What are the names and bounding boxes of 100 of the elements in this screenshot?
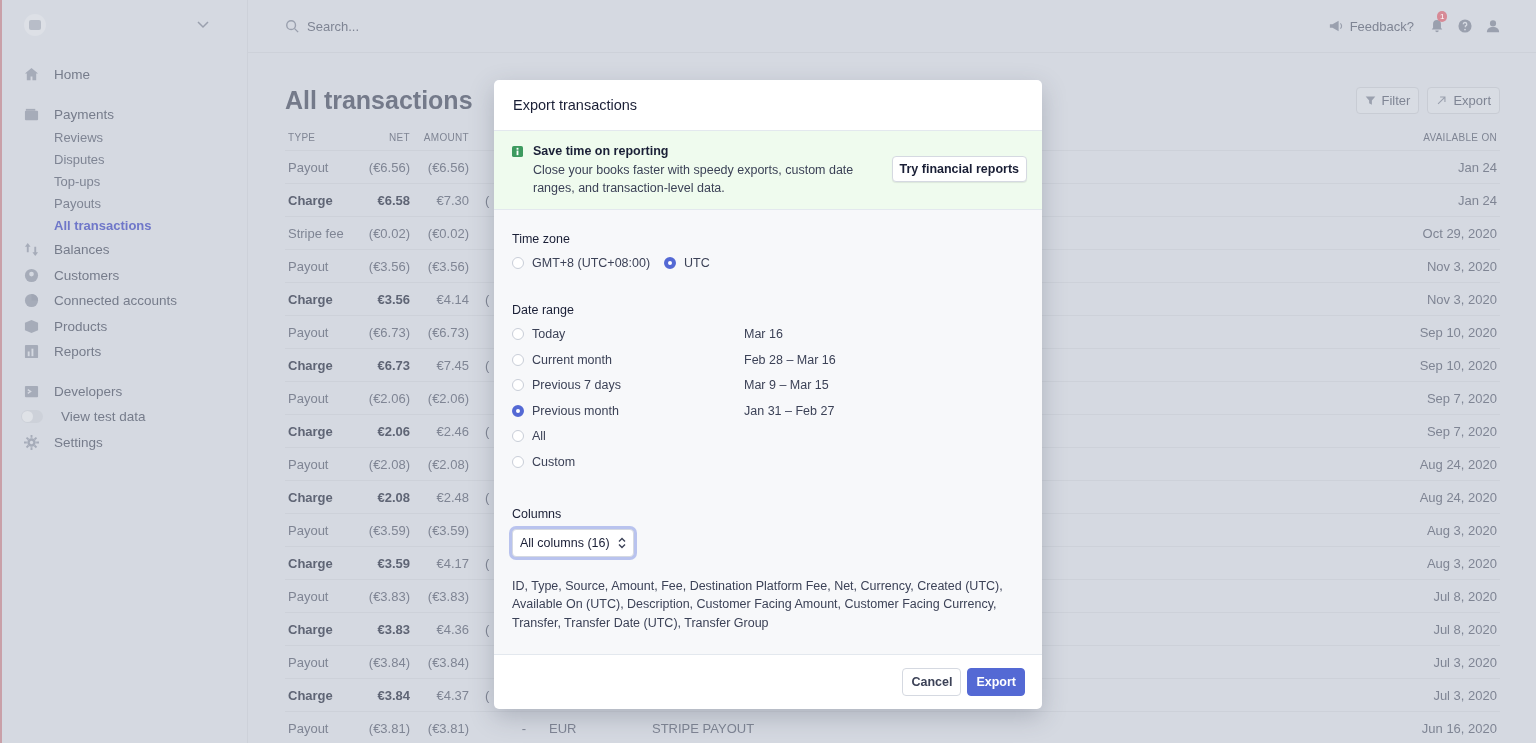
sidebar-item[interactable]: Settings [54,434,103,450]
sidebar-item[interactable]: Developers [54,383,123,399]
chevron-down-icon[interactable] [197,21,209,29]
table-cell-text: €2.06 [376,423,410,439]
table-cell-text: €2.46 [435,423,469,439]
table-cell-text: €7.45 [435,357,469,373]
table-cell-text: (€2.08) [426,456,469,472]
table-cell: Jul 3, 2020 [1433,654,1497,670]
table-cell-text: ( [484,489,491,505]
table-cell-text: Charge [288,489,334,505]
table-cell-text: Payout [288,588,330,604]
arrow-icon [1436,94,1448,106]
export-button[interactable]: Export [967,668,1025,697]
date-range-text: Feb 28 – Mar 16 [744,352,837,367]
banner-title: Save time on reporting [533,144,670,158]
table-cell: Sep 10, 2020 [1419,357,1497,373]
option-label[interactable]: Today [532,327,566,341]
columns-select[interactable]: All columns (16) [512,528,634,557]
table-cell-text: €3.83 [376,621,410,637]
home-icon [24,67,39,83]
sidebar-item[interactable]: View test data [61,409,146,425]
option-label[interactable]: UTC [684,256,710,270]
option-label[interactable]: Previous month [532,403,619,418]
financial-reports-button[interactable]: Try financial reports [891,156,1027,182]
settings-icon [24,434,39,450]
columns-description: ID, Type, Source, Amount, Fee, Destination Platform Fee, Net, Currency, Created (UTC), Available On (UTC), Description, Customer Facing Amount, Customer Facing Currency, Transfer, Transfer Date (UTC), Transfer Group [512,577,1004,632]
account-logo-icon[interactable] [24,14,46,36]
megaphone-icon [1328,19,1343,33]
date-range-text: Mar 16 [744,327,784,341]
sidebar-item[interactable]: Customers [54,267,120,283]
table-cell-text: Payout [288,654,330,670]
sidebar-item[interactable]: Home [54,67,90,83]
table-cell-text: Stripe fee [288,225,345,241]
table-cell: Nov 3, 2020 [1426,291,1497,307]
table-cell: Aug 24, 2020 [1419,456,1497,472]
table-cell-text: €6.73 [376,357,410,373]
table-cell-text: €4.17 [435,555,469,571]
cancel-button[interactable]: Cancel [902,668,962,697]
table-cell-text: (€6.73) [367,324,410,340]
table-cell-text: (€3.59) [426,522,469,538]
radio-button[interactable] [512,404,524,417]
table-cell-text: Payout [288,456,330,472]
table-cell-text: (€2.06) [367,390,410,406]
notification-count: 1 [1437,11,1448,22]
sidebar-subitem[interactable]: Payouts [24,195,247,213]
table-cell-text: €7.30 [435,192,469,208]
sidebar-subitem[interactable]: Top-ups [24,173,247,191]
field-label: Time zone [512,232,571,246]
table-cell-text: Charge [288,687,334,703]
table-cell-text: (€3.56) [426,258,469,274]
sidebar-item[interactable]: Products [54,318,108,334]
table-cell: Jul 8, 2020 [1433,621,1497,637]
table-cell-text: (€3.83) [367,588,410,604]
option-label[interactable]: GMT+8 (UTC+08:00) [532,256,651,270]
feedback-link[interactable]: Feedback? [1328,18,1414,34]
table-cell-text: Charge [288,357,334,373]
table-cell-text: - [520,720,528,736]
sidebar-item[interactable]: Payments [54,106,115,122]
table-cell: Oct 29, 2020 [1422,225,1497,241]
table-cell: Sep 10, 2020 [1419,324,1497,340]
sidebar-item[interactable]: Balances [54,242,110,258]
table-cell-text: (€3.81) [426,720,469,736]
table-cell-text: EUR [548,720,578,736]
sidebar-subitem[interactable]: Disputes [24,151,247,169]
info-icon [512,146,523,157]
help-icon[interactable] [1458,19,1472,33]
table-cell: Aug 3, 2020 [1426,555,1497,571]
user-icon[interactable] [1486,19,1500,33]
table-cell-text: €4.14 [435,291,469,307]
table-cell-text: (€2.08) [367,456,410,472]
table-cell-text: ( [484,192,491,208]
date-range-text: Jan 31 – Feb 27 [744,403,836,418]
table-cell-text: ( [484,357,491,373]
table-cell-text: Payout [288,324,330,340]
search-field[interactable]: Search... [307,18,507,34]
table-cell-text: (€6.73) [426,324,469,340]
sidebar-item[interactable]: Connected accounts [54,293,178,309]
table-cell: Aug 3, 2020 [1426,522,1497,538]
sidebar-subitem[interactable]: Reviews [24,129,247,147]
bell-icon[interactable] [1430,19,1444,33]
table-cell-text: (€3.84) [367,654,410,670]
table-cell-text: Charge [288,423,334,439]
table-cell-text: €2.08 [376,489,410,505]
table-cell: Jan 24 [1457,192,1497,208]
table-cell: Aug 24, 2020 [1419,489,1497,505]
radio-button[interactable] [664,257,677,269]
option-label[interactable]: Previous 7 days [532,378,621,393]
table-cell-text: ( [484,291,491,307]
table-cell: Sep 7, 2020 [1426,390,1497,406]
table-cell: Jul 8, 2020 [1433,588,1497,604]
table-cell-text: Charge [288,621,334,637]
option-label[interactable]: Custom [532,454,576,469]
sidebar-subitem[interactable]: All transactions [24,217,247,235]
option-label[interactable]: All [532,429,546,444]
filter-button[interactable]: Filter [1355,86,1420,114]
page-title: All transactions [285,85,473,115]
sidebar-item[interactable]: Reports [54,344,102,360]
date-range-text: Mar 9 – Mar 15 [744,378,830,393]
export-button[interactable]: Export [1427,86,1500,114]
option-label[interactable]: Current month [532,352,612,367]
